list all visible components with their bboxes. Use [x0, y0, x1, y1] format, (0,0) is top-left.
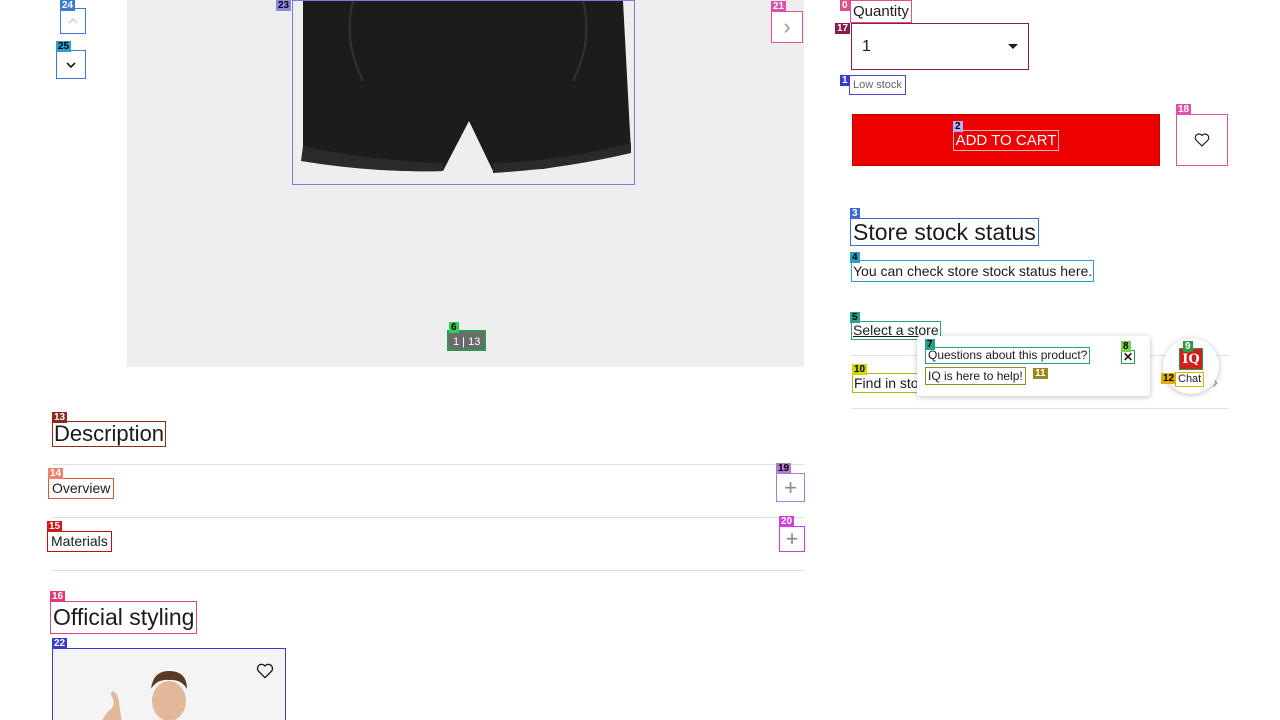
overlay-tag-0: 0 [840, 0, 850, 11]
materials-expand-button[interactable]: + [779, 526, 805, 552]
product-image-gallery: 23 › 21 1 | 13 6 [127, 0, 804, 367]
overlay-tag-20: 20 [779, 516, 795, 527]
chat-button-label: Chat [1175, 372, 1205, 387]
dropdown-caret-icon [1008, 44, 1018, 49]
official-styling-heading: Official styling [50, 601, 198, 634]
heart-icon[interactable] [255, 661, 275, 681]
accordion-divider-2 [52, 517, 804, 518]
overlay-tag-1: 1 [840, 75, 850, 86]
overlay-tag-17: 17 [835, 23, 851, 34]
store-divider-bottom [852, 408, 1228, 409]
overlay-tag-16: 16 [50, 591, 66, 602]
overlay-tag-6: 6 [449, 322, 459, 333]
quantity-select[interactable]: 1 [851, 23, 1029, 70]
overlay-tag-2: 2 [953, 121, 963, 132]
overlay-tag-10: 10 [852, 364, 868, 375]
overlay-tag-19: 19 [776, 463, 792, 474]
next-image-button[interactable]: › [771, 11, 803, 43]
plus-icon: + [784, 474, 797, 500]
overlay-tag-25: 25 [56, 41, 72, 52]
thumbnail-up-button[interactable] [60, 8, 86, 34]
chevron-down-icon [66, 61, 76, 68]
overlay-tag-14: 14 [48, 468, 64, 479]
add-to-cart-label: ADD TO CART [952, 129, 1060, 151]
wishlist-button[interactable] [1176, 114, 1228, 166]
heart-icon [1194, 133, 1210, 147]
model-photo [53, 649, 285, 720]
overlay-tag-23: 23 [276, 0, 292, 11]
overlay-tag-22: 22 [52, 638, 68, 649]
add-to-cart-button[interactable]: ADD TO CART [852, 114, 1160, 166]
plus-icon: + [785, 526, 799, 551]
overlay-tag-8: 8 [1121, 341, 1131, 352]
image-counter: 1 | 13 [447, 330, 487, 351]
store-stock-title: Store stock status [850, 218, 1039, 246]
materials-accordion[interactable]: Materials [47, 531, 112, 552]
overlay-tag-7: 7 [925, 339, 935, 350]
chat-help-text[interactable]: IQ is here to help! [925, 367, 1026, 385]
accordion-divider-3 [52, 570, 804, 571]
overlay-tag-18: 18 [1176, 104, 1192, 115]
overlay-tag-3: 3 [850, 208, 860, 219]
quantity-label: Quantity [850, 0, 912, 23]
low-stock-badge: Low stock [849, 75, 906, 95]
quantity-value: 1 [862, 37, 871, 55]
product-image[interactable] [292, 0, 635, 185]
chat-popup: Questions about this product? IQ is here… [917, 336, 1150, 396]
overlay-tag-15: 15 [47, 521, 63, 532]
store-stock-description: You can check store stock status here. [851, 260, 1095, 282]
chat-question-text[interactable]: Questions about this product? [925, 347, 1091, 364]
overlay-tag-9: 9 [1183, 341, 1193, 352]
shorts-image [293, 1, 634, 184]
styling-card[interactable] [52, 648, 286, 720]
thumbnail-down-button[interactable] [56, 50, 86, 79]
overlay-tag-21: 21 [771, 1, 787, 12]
overlay-tag-12: 12 [1161, 373, 1177, 384]
overlay-tag-13: 13 [52, 412, 68, 423]
overview-accordion[interactable]: Overview [48, 478, 115, 499]
chevron-up-icon [68, 18, 78, 24]
overlay-tag-24: 24 [60, 0, 76, 11]
accordion-divider-1 [52, 464, 804, 465]
overlay-tag-5: 5 [850, 312, 860, 323]
description-heading: Description [52, 421, 167, 447]
overlay-tag-11: 11 [1033, 368, 1048, 379]
close-icon[interactable]: ✕ [1121, 350, 1135, 364]
find-in-store-link[interactable]: Find in store [852, 373, 924, 393]
overview-expand-button[interactable]: + [776, 473, 805, 502]
overlay-tag-4: 4 [850, 252, 860, 263]
